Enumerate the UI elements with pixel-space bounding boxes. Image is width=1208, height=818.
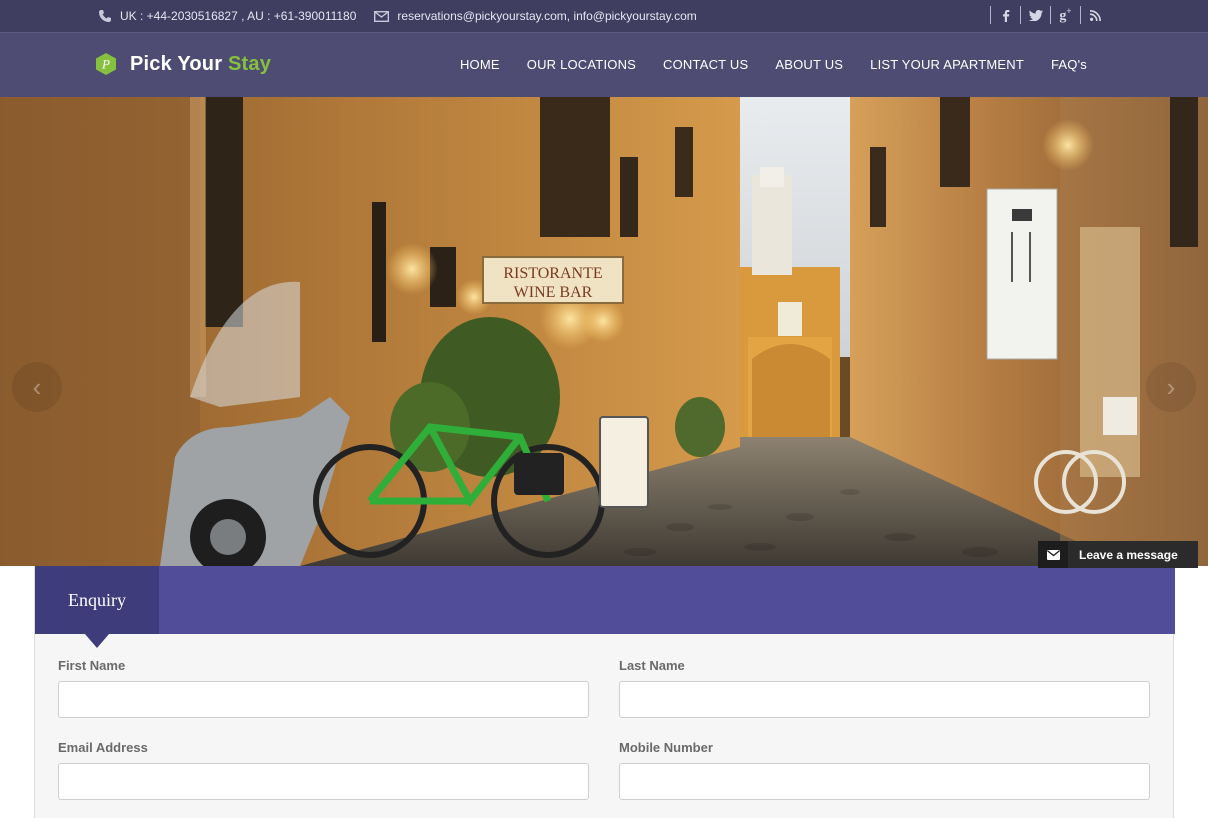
- mobile-input[interactable]: [619, 763, 1150, 800]
- leave-message-button[interactable]: Leave a message: [1038, 541, 1198, 568]
- slider-prev-button[interactable]: ‹: [12, 362, 62, 412]
- last-name-group: Last Name: [619, 658, 1150, 718]
- logo-text-part2: Stay: [227, 52, 272, 75]
- enquiry-tab-pointer: [85, 634, 109, 648]
- envelope-icon: [374, 10, 390, 22]
- site-logo[interactable]: P Pick Your Stay: [94, 52, 271, 76]
- phone-icon: [99, 10, 111, 22]
- social-links: g+: [990, 6, 1110, 24]
- enquiry-header: [35, 566, 1175, 634]
- email-label: Email Address: [58, 740, 148, 755]
- email-text[interactable]: reservations@pickyourstay.com, info@pick…: [397, 9, 696, 23]
- nav-about-us[interactable]: ABOUT US: [775, 57, 843, 72]
- first-name-input[interactable]: [58, 681, 589, 718]
- svg-text:P: P: [101, 57, 110, 72]
- leave-message-label: Leave a message: [1079, 547, 1178, 562]
- rss-icon[interactable]: [1080, 6, 1110, 24]
- email-group: Email Address: [58, 740, 589, 800]
- nav-contact-us[interactable]: CONTACT US: [663, 57, 748, 72]
- google-plus-icon[interactable]: g+: [1050, 6, 1080, 24]
- first-name-group: First Name: [58, 658, 589, 718]
- chevron-left-icon: ‹: [32, 371, 42, 402]
- phone-info: UK : +44-2030516827 , AU : +61-390011180: [98, 9, 356, 23]
- email-input[interactable]: [58, 763, 589, 800]
- email-info: reservations@pickyourstay.com, info@pick…: [374, 9, 697, 23]
- hero-slider: RISTORANTE WINE BAR ‹ ›: [0, 97, 1208, 566]
- logo-hexagon-icon: P: [96, 53, 116, 75]
- logo-text-part1: Pick Your: [130, 52, 223, 75]
- chevron-right-icon: ›: [1166, 371, 1176, 402]
- svg-text:WINE BAR: WINE BAR: [514, 284, 593, 301]
- nav-list-your-apartment[interactable]: LIST YOUR APARTMENT: [870, 57, 1024, 72]
- enquiry-form: Enquiry First Name Last Name Email Addre…: [34, 566, 1175, 818]
- slider-next-button[interactable]: ›: [1146, 362, 1196, 412]
- nav-our-locations[interactable]: OUR LOCATIONS: [527, 57, 636, 72]
- facebook-icon[interactable]: [990, 6, 1020, 24]
- last-name-input[interactable]: [619, 681, 1150, 718]
- nav-home[interactable]: HOME: [460, 57, 500, 72]
- first-name-label: First Name: [58, 658, 126, 673]
- contact-info: UK : +44-2030516827 , AU : +61-390011180…: [98, 9, 715, 23]
- svg-text:RISTORANTE: RISTORANTE: [503, 265, 602, 282]
- nav-faqs[interactable]: FAQ's: [1051, 57, 1087, 72]
- site-header: P Pick Your Stay HOME OUR LOCATIONS CONT…: [0, 33, 1208, 97]
- mobile-group: Mobile Number: [619, 740, 1150, 800]
- hero-image: RISTORANTE WINE BAR: [0, 97, 1208, 566]
- top-contact-bar: UK : +44-2030516827 , AU : +61-390011180…: [0, 0, 1208, 33]
- envelope-icon: [1038, 541, 1068, 568]
- enquiry-title: Enquiry: [68, 589, 126, 610]
- logo-text: Pick Your Stay: [130, 53, 271, 76]
- main-nav: HOME OUR LOCATIONS CONTACT US ABOUT US L…: [433, 57, 1087, 72]
- twitter-icon[interactable]: [1020, 6, 1050, 24]
- enquiry-tab[interactable]: Enquiry: [35, 566, 159, 634]
- mobile-label: Mobile Number: [619, 740, 713, 755]
- last-name-label: Last Name: [619, 658, 685, 673]
- phone-text: UK : +44-2030516827 , AU : +61-390011180: [120, 9, 357, 23]
